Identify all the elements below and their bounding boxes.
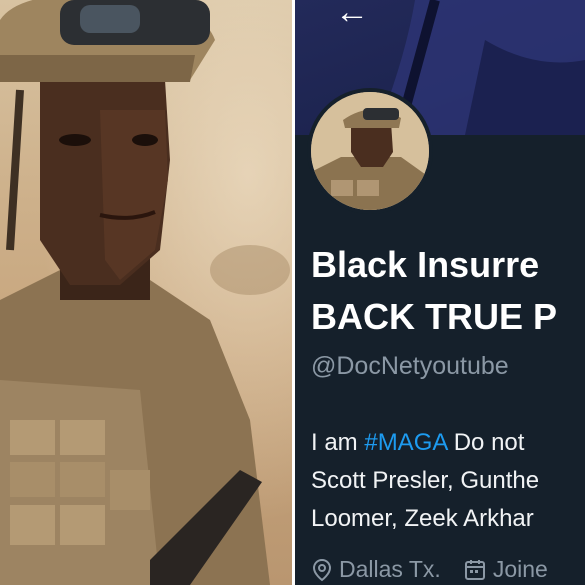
location-pin-icon <box>312 558 332 581</box>
bio-line2: Scott Presler, Gunthe <box>311 467 540 494</box>
arrow-left-icon: ← <box>335 0 369 31</box>
profile-meta: Dallas Tx. Joine <box>311 556 548 583</box>
profile-handle: @DocNetyoutube <box>311 352 509 380</box>
soldier-photo <box>0 0 292 585</box>
back-button[interactable]: ← <box>335 0 383 32</box>
profile-bio: I am #MAGA Do not Scott Presler, Gunthe … <box>311 424 539 538</box>
profile-joined: Joine <box>492 556 548 582</box>
screenshot: ← Black Insurre BACK TRUE P @DocNetyoutu… <box>0 0 585 585</box>
soldier-illustration <box>0 0 290 585</box>
avatar-image <box>311 92 429 210</box>
hashtag-link[interactable]: #MAGA <box>364 429 447 456</box>
profile-avatar[interactable] <box>307 88 433 214</box>
profile-name-line1: Black Insurre <box>311 244 540 285</box>
calendar-icon <box>464 559 485 580</box>
profile-name-line2: BACK TRUE P <box>311 296 558 337</box>
profile-location: Dallas Tx. <box>339 556 441 582</box>
profile-panel: ← Black Insurre BACK TRUE P @DocNetyoutu… <box>295 0 585 585</box>
bio-line3: Loomer, Zeek Arkhar <box>311 505 534 532</box>
bio-line1: I am #MAGA Do not <box>311 424 539 462</box>
bio-text: I am <box>311 429 365 456</box>
bio-text: Do not <box>447 429 525 456</box>
